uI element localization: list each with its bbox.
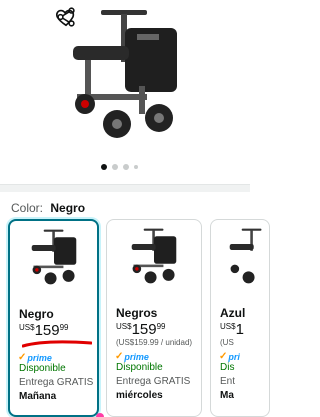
unit-price: (US [220,338,234,347]
price-whole: 1 [235,321,244,338]
price-whole: 159 [34,322,60,339]
variant-price: US$15999 [116,321,166,338]
variant-thumbnail [31,229,76,285]
prime-label: prime [124,351,149,362]
carousel-dot[interactable] [112,164,118,170]
price-whole: 159 [131,321,157,338]
prime-badge: ✓ prime [115,351,149,362]
variant-thumbnail [229,228,262,284]
share-icon[interactable] [55,6,77,28]
variant-card-negros[interactable]: Negros US$15999 (US$159.99 / unidad) ✓ pr… [106,219,202,417]
prime-check-icon: ✓ [18,352,27,363]
shipping-text: Entrega GRATIS [116,376,191,387]
red-annotation-underline [22,340,92,348]
price-cents: 99 [156,322,166,331]
prime-check-icon: ✓ [115,351,124,362]
product-image-gallery[interactable] [0,0,250,182]
variant-price: US$15999 [19,322,69,339]
image-carousel-dots[interactable] [101,164,138,170]
variant-card-azul[interactable]: Azul US$1 (US ✓ pri Dis Ent Ma [210,219,270,417]
prime-label: prime [27,352,52,363]
price-currency: US$ [116,322,132,331]
carousel-dot[interactable] [134,165,138,169]
price-cents: 99 [59,323,69,332]
variant-price: US$1 [220,321,244,338]
availability-text: Disponible [19,363,66,374]
prime-check-icon: ✓ [219,351,228,362]
scroll-indicator [96,413,104,417]
availability-text: Disponible [116,362,163,373]
variant-card-negro[interactable]: Negro US$15999 ✓ prime Disponible Entrega… [8,219,99,417]
prime-label: pri [228,351,240,362]
shipping-text: Ent [220,376,236,387]
carousel-dot[interactable] [123,164,129,170]
shipping-text: Entrega GRATIS [19,377,94,388]
price-currency: US$ [19,323,35,332]
variant-thumbnail [131,228,177,284]
unit-price: (US$159.99 / unidad) [116,338,193,347]
delivery-day: Ma [220,390,234,401]
color-selector-heading: Color: Negro [11,201,85,215]
section-divider [0,184,250,192]
prime-badge: ✓ pri [219,351,240,362]
delivery-day: miércoles [116,390,163,401]
variant-name: Azul [220,306,246,320]
variant-name: Negro [19,307,54,321]
color-label: Color: [11,201,44,215]
availability-text: Dis [220,362,235,373]
color-selected-value: Negro [50,201,86,215]
variant-name: Negros [116,306,158,320]
carousel-dot-active[interactable] [101,164,107,170]
knee-scooter-image [73,10,177,138]
price-currency: US$ [220,322,236,331]
delivery-day: Mañana [19,391,57,402]
prime-badge: ✓ prime [18,352,52,363]
